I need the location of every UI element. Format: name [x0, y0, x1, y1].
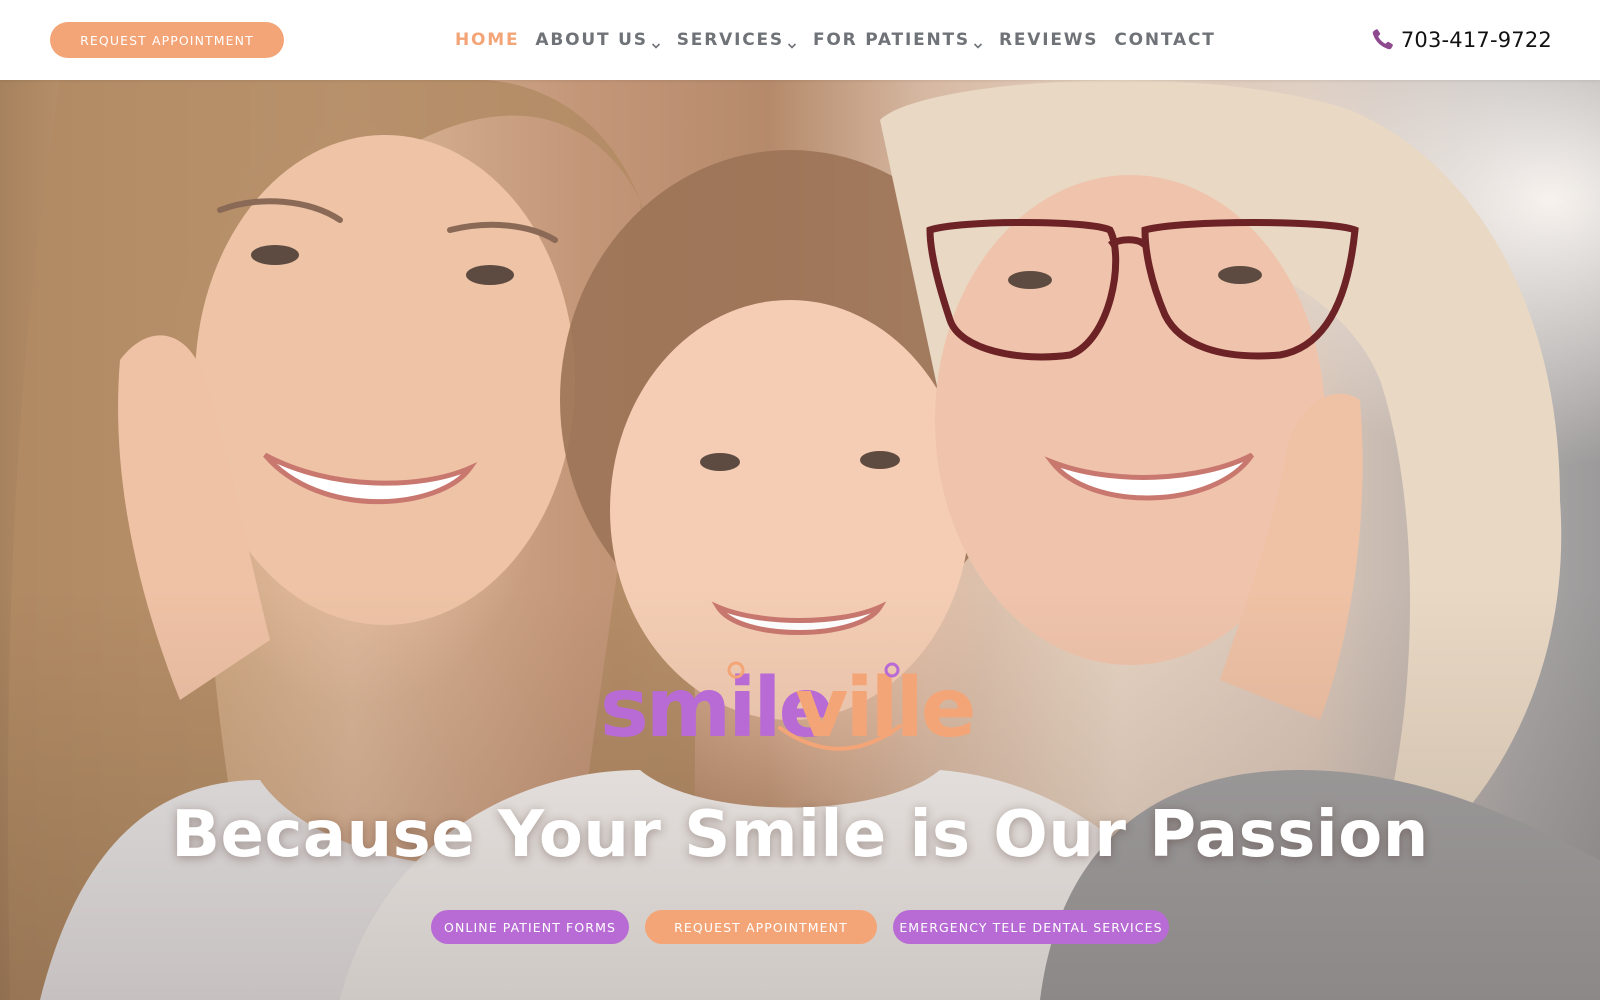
phone-icon: [1372, 29, 1393, 50]
nav-label: SERVICES: [676, 30, 784, 50]
nav-services[interactable]: SERVICES: [677, 30, 797, 50]
main-nav: HOME ABOUT US SERVICES FOR PATIENTS REVI…: [455, 0, 1216, 80]
hero-cta-row: ONLINE PATIENT FORMS REQUEST APPOINTMENT…: [0, 910, 1600, 944]
hero-request-appointment-button[interactable]: REQUEST APPOINTMENT: [645, 910, 877, 944]
logo-text-ville: ville: [795, 661, 973, 756]
chevron-down-icon: [973, 43, 983, 49]
request-appointment-button[interactable]: REQUEST APPOINTMENT: [50, 22, 284, 58]
nav-label: ABOUT US: [535, 30, 648, 50]
nav-contact[interactable]: CONTACT: [1114, 30, 1215, 50]
phone-link[interactable]: 703-417-9722: [1369, 22, 1552, 58]
smileville-logo: smile ville: [600, 661, 976, 756]
nav-label: FOR PATIENTS: [812, 30, 970, 50]
nav-reviews[interactable]: REVIEWS: [999, 30, 1098, 50]
nav-label: REVIEWS: [998, 30, 1099, 50]
nav-label: HOME: [455, 30, 520, 50]
emergency-tele-dental-button[interactable]: EMERGENCY TELE DENTAL SERVICES: [893, 910, 1169, 944]
hero-headline: Because Your Smile is Our Passion: [171, 798, 1429, 872]
hero-banner: smile ville Because Your Smile is Our Pa…: [0, 80, 1600, 1000]
chevron-down-icon: [651, 43, 660, 49]
online-patient-forms-button[interactable]: ONLINE PATIENT FORMS: [431, 910, 629, 944]
phone-number: 703-417-9722: [1400, 28, 1552, 52]
site-header: REQUEST APPOINTMENT HOME ABOUT US SERVIC…: [0, 0, 1600, 80]
chevron-down-icon: [787, 43, 797, 49]
nav-for-patients[interactable]: FOR PATIENTS: [813, 30, 983, 50]
nav-home[interactable]: HOME: [455, 30, 519, 50]
nav-about-us[interactable]: ABOUT US: [535, 30, 660, 50]
nav-label: CONTACT: [1114, 30, 1216, 50]
